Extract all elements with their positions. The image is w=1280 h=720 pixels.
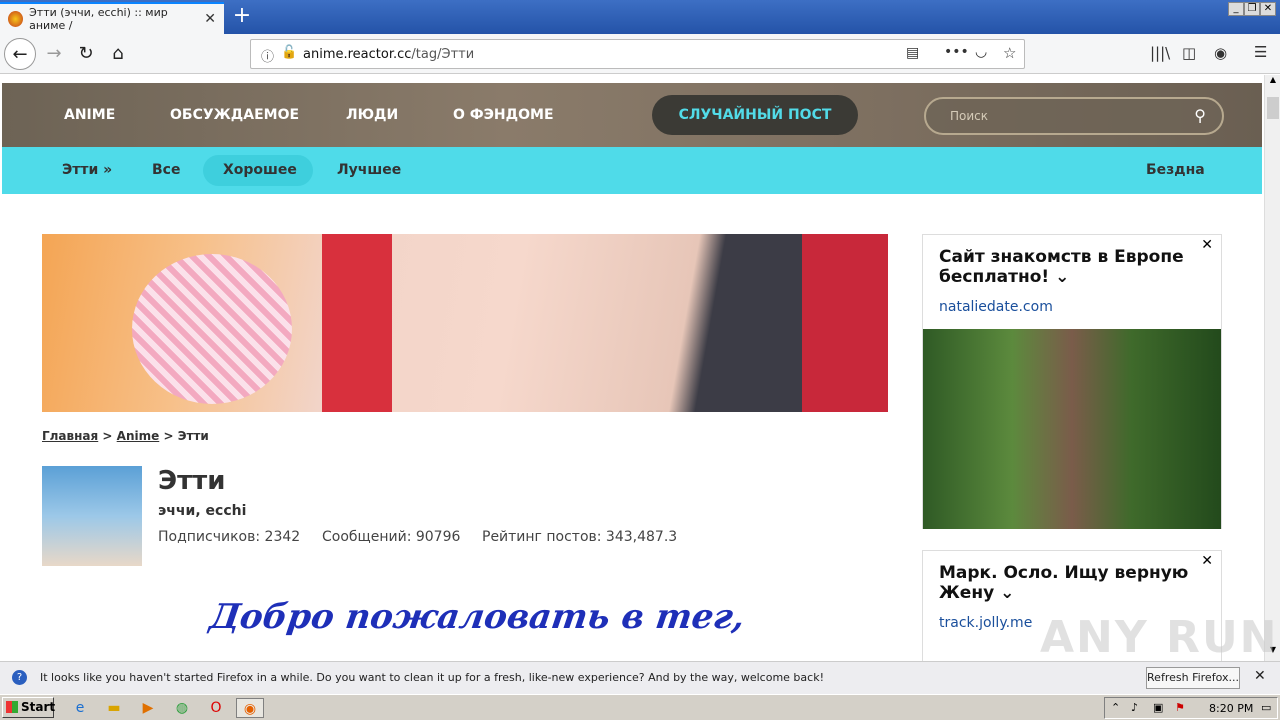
tab-best[interactable]: Лучшее [337,162,401,178]
library-icon[interactable]: |||\ [1150,44,1170,62]
refresh-firefox-button[interactable]: Refresh Firefox... [1146,667,1240,689]
menu-icon[interactable]: ☰ [1254,43,1267,61]
system-tray: ⌃ ♪ ▣ ⚑ 8:20 PM ▭ [1104,697,1278,719]
nav-about-fandom[interactable]: О ФЭНДОМЕ [453,107,554,123]
browser-titlebar: Этти (эччи, ecchi) :: мир аниме / ✕ + _ … [0,0,1280,34]
search-icon[interactable]: ⚲ [1194,99,1206,133]
nav-discussed[interactable]: ОБСУЖДАЕМОЕ [170,107,299,123]
tag-banner-image [42,234,888,412]
browser-toolbar: ← → ↻ ⌂ ⓘ 🔓 anime.reactor.cc/tag/Этти ▤ … [0,34,1280,74]
warning-icon[interactable]: ⚑ [1175,701,1185,714]
close-window-icon[interactable]: ✕ [1260,2,1276,16]
breadcrumb-current: Этти [177,429,209,443]
ad-block[interactable]: ✕ Сайт знакомств в Европе бесплатно! ⌄ n… [922,234,1222,529]
info-icon[interactable]: ⓘ [261,46,274,65]
chevron-down-icon[interactable]: ⌄ [1055,267,1069,287]
reader-view-icon[interactable]: ▤ [906,45,919,61]
tab-abyss[interactable]: Бездна [1146,162,1205,178]
ad-link[interactable]: nataliedate.com [939,299,1053,315]
tab-tag[interactable]: Этти » [62,162,112,178]
banner-hair-shape [322,234,392,412]
tab-all[interactable]: Все [152,162,180,178]
banner-hair-shape-right [802,234,888,412]
reload-icon[interactable]: ↻ [70,38,102,70]
windows-taskbar: Start e ▬ ▶ ◍ O ◉ ⌃ ♪ ▣ ⚑ 8:20 PM ▭ [0,694,1280,720]
ie-icon[interactable]: e [70,698,90,718]
ad-link[interactable]: track.jolly.me [939,615,1032,631]
page-viewport: ANIME ОБСУЖДАЕМОЕ ЛЮДИ О ФЭНДОМЕ СЛУЧАЙН… [0,75,1264,661]
url-domain: anime.reactor.cc [303,46,412,62]
subscribers-count: Подписчиков: 2342 [158,529,301,545]
breadcrumb-anime[interactable]: Anime [117,429,160,443]
bookmark-star-icon[interactable]: ☆ [1003,44,1016,62]
new-tab-button[interactable]: + [230,4,254,30]
breadcrumb-separator: > [163,429,174,443]
forward-icon[interactable]: → [38,38,70,70]
notification-bar: ? It looks like you haven't started Fire… [0,661,1280,694]
home-icon[interactable]: ⌂ [102,38,134,70]
tag-aliases: эччи, ecchi [158,503,247,519]
tab-good[interactable]: Хорошее [223,162,297,178]
tray-arrow-icon[interactable]: ⌃ [1111,701,1120,714]
vertical-scrollbar[interactable]: ▲ ▼ [1264,75,1280,661]
page-actions-icon[interactable]: ••• [944,44,969,60]
minimize-icon[interactable]: _ [1228,2,1244,16]
ad-title: Марк. Осло. Ищу верную Жену [939,563,1189,603]
back-icon[interactable]: ← [4,38,36,70]
opera-icon[interactable]: O [206,698,226,718]
url-path: /tag/Этти [411,46,475,62]
account-icon[interactable]: ◉ [1214,44,1227,62]
volume-icon[interactable]: ♪ [1131,701,1138,714]
breadcrumb-home[interactable]: Главная [42,429,98,443]
watermark: ANY RUN [1040,612,1279,663]
ad-close-icon[interactable]: ✕ [1201,553,1213,569]
chevron-down-icon[interactable]: ⌄ [1000,583,1014,603]
welcome-heading: Добро пожаловать в тег, [207,597,748,637]
folder-icon[interactable]: ▬ [104,698,124,718]
random-post-button[interactable]: СЛУЧАЙНЫЙ ПОСТ [652,95,858,135]
search-input[interactable]: Поиск ⚲ [924,97,1224,135]
tab-title: Этти (эччи, ecchi) :: мир аниме / [29,6,168,32]
breadcrumb: Главная > Anime > Этти [42,429,209,443]
close-tab-icon[interactable]: ✕ [204,11,216,27]
tag-title: Этти [158,466,226,496]
sidebar-icon[interactable]: ◫ [1182,44,1196,62]
network-icon[interactable]: ▣ [1153,701,1163,714]
scroll-up-icon[interactable]: ▲ [1267,75,1279,91]
chrome-icon[interactable]: ◍ [172,698,192,718]
maximize-icon[interactable]: ❐ [1244,2,1260,16]
search-placeholder: Поиск [950,109,989,123]
insecure-lock-icon[interactable]: 🔓 [281,45,297,60]
info-icon: ? [12,670,27,685]
posts-rating: Рейтинг постов: 343,487.3 [482,529,678,545]
messages-count: Сообщений: 90796 [322,529,461,545]
site-header: ANIME ОБСУЖДАЕМОЕ ЛЮДИ О ФЭНДОМЕ СЛУЧАЙН… [2,83,1262,147]
site-favicon [8,11,24,27]
start-button[interactable]: Start [2,697,56,718]
notification-text: It looks like you haven't started Firefo… [40,671,824,684]
browser-tab[interactable]: Этти (эччи, ecchi) :: мир аниме / ✕ [0,2,224,34]
ad-close-icon[interactable]: ✕ [1201,237,1213,253]
tag-avatar [42,466,142,566]
close-notification-icon[interactable]: ✕ [1254,668,1266,684]
breadcrumb-separator: > [102,429,113,443]
url-bar[interactable]: ⓘ 🔓 anime.reactor.cc/tag/Этти ▤ ••• ◡ ☆ [250,39,1025,69]
start-label: Start [21,700,56,714]
ad-image[interactable] [923,329,1221,529]
show-desktop-icon[interactable]: ▭ [1261,701,1271,714]
scroll-thumb[interactable] [1267,97,1279,119]
media-player-icon[interactable]: ▶ [138,698,158,718]
tag-subnav: Этти » Все Хорошее Лучшее Бездна [2,147,1262,194]
banner-figure-shape [132,254,292,404]
clock: 8:20 PM [1209,702,1254,715]
nav-people[interactable]: ЛЮДИ [346,107,398,123]
firefox-icon[interactable]: ◉ [236,698,264,718]
nav-anime[interactable]: ANIME [64,107,115,123]
pocket-icon[interactable]: ◡ [975,44,987,60]
windows-logo-icon [6,701,18,713]
